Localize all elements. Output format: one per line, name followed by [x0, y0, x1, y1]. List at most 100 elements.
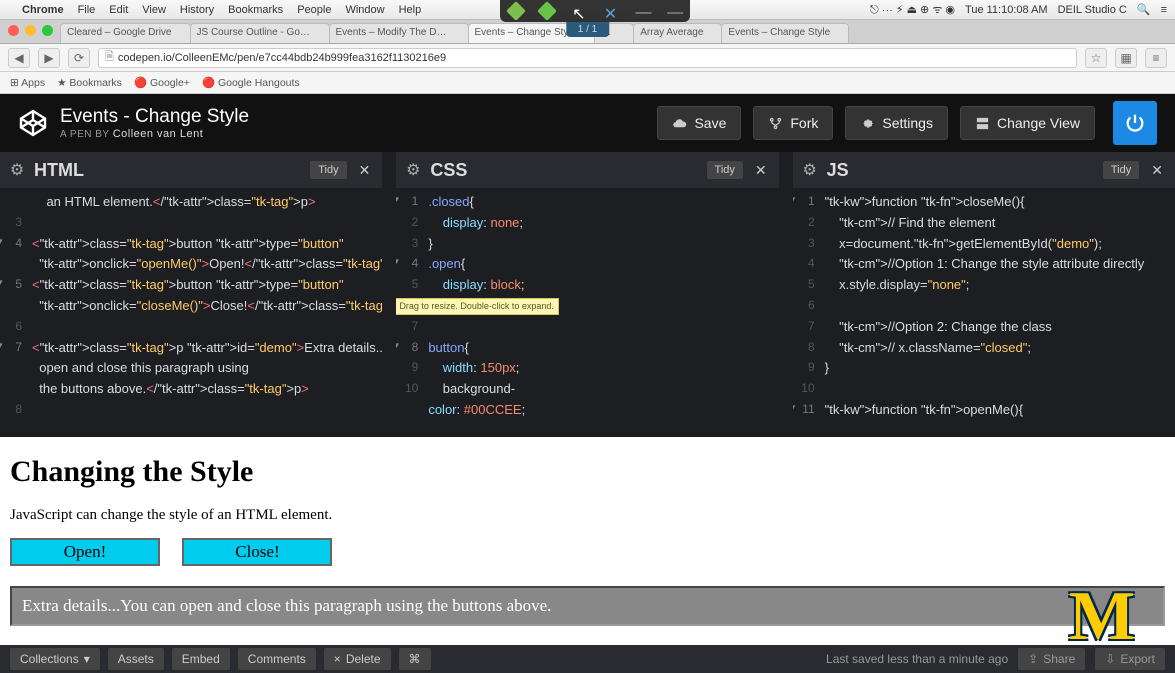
- power-icon: [1124, 112, 1146, 134]
- back-button[interactable]: ◀: [8, 48, 30, 68]
- pane-title: JS: [827, 160, 1097, 181]
- gear-icon[interactable]: ⚙: [799, 159, 821, 181]
- bookmark-link[interactable]: 🔴 Google Hangouts: [202, 76, 300, 89]
- html-pane: ⚙ HTML Tidy ✕ 34 5 67 8 an HTML element.…: [0, 152, 382, 437]
- michigan-logo-icon: M: [1069, 577, 1135, 645]
- page-count-badge: 1 / 1: [566, 22, 609, 37]
- open-button[interactable]: Open!: [10, 538, 160, 566]
- js-editor[interactable]: 1234567891011 "tk-kw">function "tk-fn">c…: [793, 188, 1175, 437]
- keyboard-button[interactable]: ⌘: [399, 648, 431, 670]
- pane-close-icon[interactable]: ✕: [353, 162, 377, 179]
- tidy-button[interactable]: Tidy: [707, 161, 743, 179]
- pane-close-icon[interactable]: ✕: [749, 162, 773, 179]
- menu-edit[interactable]: Edit: [109, 4, 128, 16]
- close-button[interactable]: Close!: [182, 538, 332, 566]
- html-editor[interactable]: 34 5 67 8 an HTML element.</"tk-attr">cl…: [0, 188, 382, 437]
- change-view-button[interactable]: Change View: [960, 106, 1095, 140]
- delete-button[interactable]: × Delete: [324, 648, 391, 670]
- codepen-header: Events - Change Style A PEN BY Colleen v…: [0, 94, 1175, 152]
- css-pane: ⚙ CSS Tidy ✕ Drag to resize. Double-clic…: [396, 152, 778, 437]
- export-button[interactable]: ⇩ Export: [1095, 648, 1165, 670]
- apps-shortcut[interactable]: ⊞ Apps: [10, 77, 45, 89]
- share-button[interactable]: ⇪ Share: [1018, 648, 1085, 670]
- layout-icon: [975, 116, 990, 131]
- browser-tab[interactable]: Events – Modify The DOM …: [329, 23, 469, 43]
- close-window-icon[interactable]: [8, 25, 19, 36]
- menu-view[interactable]: View: [142, 4, 166, 16]
- extension-icon[interactable]: ▦: [1115, 48, 1137, 68]
- pane-title: HTML: [34, 160, 304, 181]
- menu-history[interactable]: History: [180, 4, 214, 16]
- screen-recorder-toolbar[interactable]: ↖ ✕ — —: [500, 0, 690, 22]
- pane-header: ⚙ JS Tidy ✕: [793, 152, 1175, 188]
- browser-toolbar: ◀ ▶ ⟳ 🗎codepen.io/ColleenEMc/pen/e7cc44b…: [0, 44, 1175, 72]
- last-saved-text: Last saved less than a minute ago: [826, 652, 1008, 666]
- tidy-button[interactable]: Tidy: [310, 161, 346, 179]
- preview-pane: Changing the Style JavaScript can change…: [0, 437, 1175, 645]
- zoom-window-icon[interactable]: [42, 25, 53, 36]
- comments-button[interactable]: Comments: [238, 648, 316, 670]
- codepen-logo-icon[interactable]: [18, 108, 48, 138]
- menubar-clock[interactable]: Tue 11:10:08 AM: [965, 4, 1048, 16]
- logout-button[interactable]: [1113, 101, 1157, 145]
- pane-header: ⚙ HTML Tidy ✕: [0, 152, 382, 188]
- minimize-window-icon[interactable]: [25, 25, 36, 36]
- browser-tab[interactable]: Events – Change Style: [721, 23, 849, 43]
- browser-tab[interactable]: JS Course Outline - Goo…: [190, 23, 330, 43]
- menu-bookmarks[interactable]: Bookmarks: [228, 4, 283, 16]
- embed-button[interactable]: Embed: [172, 648, 230, 670]
- menubar-user[interactable]: DEIL Studio C: [1058, 4, 1127, 16]
- settings-button[interactable]: Settings: [845, 106, 948, 140]
- rec-highlighter-icon[interactable]: [538, 1, 558, 21]
- menu-file[interactable]: File: [78, 4, 96, 16]
- bookmarks-bar: ⊞ Apps ★ Bookmarks 🔴 Google+ 🔴 Google Ha…: [0, 72, 1175, 94]
- browser-tab[interactable]: Cleared – Google Drive: [60, 23, 191, 43]
- collections-button[interactable]: Collections ▾: [10, 648, 100, 670]
- css-editor[interactable]: Drag to resize. Double-click to expand. …: [396, 188, 778, 437]
- bookmark-star-icon[interactable]: ☆: [1085, 48, 1107, 68]
- pen-title: Events - Change Style: [60, 106, 249, 128]
- js-pane: ⚙ JS Tidy ✕ 1234567891011 "tk-kw">functi…: [793, 152, 1175, 437]
- url-field[interactable]: 🗎codepen.io/ColleenEMc/pen/e7cc44bdb24b9…: [98, 48, 1077, 68]
- menu-people[interactable]: People: [297, 4, 331, 16]
- gear-icon[interactable]: ⚙: [6, 159, 28, 181]
- status-icons: ⎋ ⋯ ⚡︎ ⏏ ⊕ ᯤ ◉: [870, 2, 955, 17]
- tidy-button[interactable]: Tidy: [1103, 161, 1139, 179]
- gear-icon[interactable]: ⚙: [402, 159, 424, 181]
- spotlight-icon[interactable]: 🔍: [1137, 3, 1151, 16]
- codepen-footer: Collections ▾ Assets Embed Comments × De…: [0, 645, 1175, 673]
- window-controls[interactable]: [8, 25, 53, 36]
- fork-icon: [768, 116, 783, 131]
- rec-hammer-icon[interactable]: ✕: [604, 4, 618, 18]
- pen-author[interactable]: Colleen van Lent: [113, 128, 204, 140]
- pen-subtitle: A PEN BY Colleen van Lent: [60, 128, 249, 140]
- demo-paragraph: Extra details...You can open and close t…: [10, 586, 1165, 626]
- pane-close-icon[interactable]: ✕: [1145, 162, 1169, 179]
- bookmark-link[interactable]: ★ Bookmarks: [57, 77, 122, 89]
- cloud-icon: [672, 116, 687, 131]
- pane-header: ⚙ CSS Tidy ✕: [396, 152, 778, 188]
- rec-cursor-icon[interactable]: ↖: [572, 4, 586, 18]
- reload-button[interactable]: ⟳: [68, 48, 90, 68]
- gear-icon: [860, 116, 875, 131]
- browser-tab[interactable]: Array Average: [633, 23, 722, 43]
- resize-tooltip: Drag to resize. Double-click to expand.: [396, 298, 559, 315]
- menu-hamburger-icon[interactable]: ≡: [1145, 48, 1167, 68]
- editor-row: ⚙ HTML Tidy ✕ 34 5 67 8 an HTML element.…: [0, 152, 1175, 437]
- preview-heading: Changing the Style: [10, 455, 1165, 489]
- save-button[interactable]: Save: [657, 106, 741, 140]
- menu-window[interactable]: Window: [345, 4, 384, 16]
- bookmark-link[interactable]: 🔴 Google+: [134, 76, 190, 89]
- assets-button[interactable]: Assets: [108, 648, 164, 670]
- menu-icon[interactable]: ≡: [1161, 4, 1167, 16]
- fork-button[interactable]: Fork: [753, 106, 833, 140]
- menubar-app[interactable]: Chrome: [22, 4, 64, 16]
- menu-help[interactable]: Help: [399, 4, 422, 16]
- forward-button[interactable]: ▶: [38, 48, 60, 68]
- chevron-down-icon: ▾: [84, 652, 90, 666]
- preview-paragraph: JavaScript can change the style of an HT…: [10, 507, 1165, 524]
- rec-pen-green-icon[interactable]: [506, 1, 526, 21]
- rec-minimize-icon[interactable]: —: [635, 4, 649, 18]
- rec-close-icon[interactable]: —: [667, 4, 681, 18]
- pane-title: CSS: [430, 160, 700, 181]
